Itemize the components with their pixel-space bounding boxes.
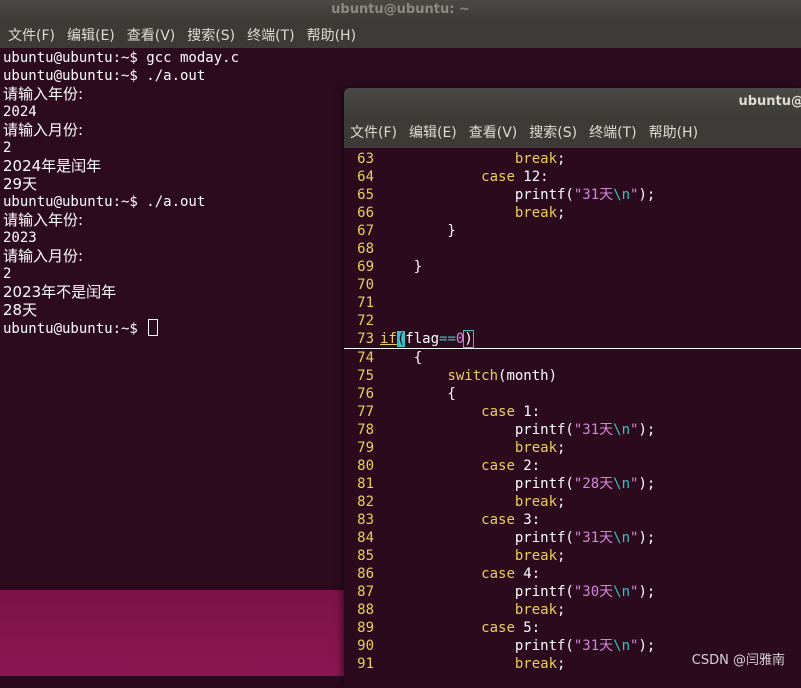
- line-number: 71: [357, 295, 374, 311]
- code-line: 87 printf("30天\n");: [344, 583, 801, 601]
- menu-terminal[interactable]: 终端(T): [589, 116, 636, 150]
- line-number: 75: [357, 368, 374, 384]
- terminal-line: 2023年不是闰年: [3, 283, 117, 301]
- menu-edit[interactable]: 编辑(E): [67, 22, 115, 50]
- terminal-line: ubuntu@ubuntu:~$ ./a.out: [3, 68, 206, 84]
- line-number: 76: [357, 386, 374, 402]
- code-line: 77 case 1:: [344, 403, 801, 421]
- line-number: 85: [357, 548, 374, 564]
- code-line: 76 {: [344, 385, 801, 403]
- menu-terminal[interactable]: 终端(T): [247, 22, 294, 50]
- code-line: 74 {: [344, 349, 801, 367]
- line-number: 80: [357, 458, 374, 474]
- terminal-line: ubuntu@ubuntu:~$ ./a.out: [3, 194, 206, 210]
- line-number: 88: [357, 602, 374, 618]
- line-number: 70: [357, 277, 374, 293]
- terminal-line: 请输入月份:: [3, 121, 84, 139]
- code-line: 72: [344, 312, 801, 330]
- watermark: CSDN @闫雅南: [691, 653, 785, 668]
- terminal-line: 2: [3, 140, 12, 156]
- terminal-line: 29天: [3, 175, 38, 193]
- code-line: 73 if(flag==0): [344, 330, 801, 349]
- code-line: 65 printf("31天\n");: [344, 186, 801, 204]
- front-window-title: ubuntu@: [738, 94, 801, 109]
- line-number: 83: [357, 512, 374, 528]
- menu-help[interactable]: 帮助(H): [307, 22, 356, 50]
- code-line: 88 break;: [344, 601, 801, 619]
- code-line: 83 case 3:: [344, 511, 801, 529]
- line-number: 73: [357, 331, 374, 347]
- code-line: 82 break;: [344, 493, 801, 511]
- terminal-line: 28天: [3, 301, 38, 319]
- terminal-line: 请输入月份:: [3, 247, 84, 265]
- desktop-background: [0, 590, 345, 676]
- line-number: 81: [357, 476, 374, 492]
- terminal-output[interactable]: ubuntu@ubuntu:~$ gcc moday.c ubuntu@ubunt…: [3, 49, 239, 338]
- line-number: 84: [357, 530, 374, 546]
- terminal-line: 请输入年份:: [3, 211, 84, 229]
- line-number: 64: [357, 169, 374, 185]
- line-number: 68: [357, 241, 374, 257]
- front-window-menubar: 文件(F) 编辑(E) 查看(V) 搜索(S) 终端(T) 帮助(H): [344, 116, 801, 148]
- back-window-titlebar[interactable]: ubuntu@ubuntu: ~: [0, 0, 801, 22]
- line-number: 79: [357, 440, 374, 456]
- terminal-line: ubuntu@ubuntu:~$ gcc moday.c: [3, 50, 240, 66]
- menu-help[interactable]: 帮助(H): [649, 116, 698, 150]
- code-line: 64 case 12:: [344, 168, 801, 186]
- menu-file[interactable]: 文件(F): [350, 116, 397, 150]
- line-number: 63: [357, 151, 374, 167]
- terminal-line: 2024年是闰年: [3, 157, 102, 175]
- code-line: 68: [344, 240, 801, 258]
- line-number: 90: [357, 638, 374, 654]
- front-terminal-window[interactable]: ubuntu@ 文件(F) 编辑(E) 查看(V) 搜索(S) 终端(T) 帮助(H) 6…: [344, 88, 801, 688]
- line-number: 72: [357, 313, 374, 329]
- code-line: 66 break;: [344, 204, 801, 222]
- code-line: 86 case 4:: [344, 565, 801, 583]
- code-line: 79 break;: [344, 439, 801, 457]
- code-line: 69 }: [344, 258, 801, 276]
- menu-search[interactable]: 搜索(S): [187, 22, 235, 50]
- terminal-line: 2024: [3, 104, 37, 120]
- code-line: 70: [344, 276, 801, 294]
- code-line: 78 printf("31天\n");: [344, 421, 801, 439]
- menu-edit[interactable]: 编辑(E): [409, 116, 457, 150]
- terminal-line: 2023: [3, 230, 37, 246]
- line-number: 65: [357, 187, 374, 203]
- code-line: 75 switch(month): [344, 367, 801, 385]
- line-number: 67: [357, 223, 374, 239]
- vim-code-editor[interactable]: 63 break; 64 case 12: 65 printf("31天\n"); 6…: [344, 150, 801, 673]
- menu-view[interactable]: 查看(V): [469, 116, 518, 150]
- terminal-cursor: [148, 319, 159, 336]
- code-line: 67 }: [344, 222, 801, 240]
- line-number: 66: [357, 205, 374, 221]
- line-number: 78: [357, 422, 374, 438]
- line-number: 69: [357, 259, 374, 275]
- menu-view[interactable]: 查看(V): [127, 22, 176, 50]
- front-window-titlebar[interactable]: ubuntu@: [344, 88, 801, 116]
- code-line: 71: [344, 294, 801, 312]
- code-line: 63 break;: [344, 150, 801, 168]
- terminal-line: ubuntu@ubuntu:~$: [3, 319, 239, 338]
- line-number: 74: [357, 350, 374, 366]
- menu-file[interactable]: 文件(F): [8, 22, 55, 50]
- back-window-title: ubuntu@ubuntu: ~: [331, 2, 470, 17]
- line-number: 87: [357, 584, 374, 600]
- line-number: 82: [357, 494, 374, 510]
- menu-search[interactable]: 搜索(S): [529, 116, 577, 150]
- code-line: 84 printf("31天\n");: [344, 529, 801, 547]
- terminal-line: 请输入年份:: [3, 85, 84, 103]
- line-number: 77: [357, 404, 374, 420]
- code-line: 80 case 2:: [344, 457, 801, 475]
- code-line: 89 case 5:: [344, 619, 801, 637]
- line-number: 89: [357, 620, 374, 636]
- line-number: 86: [357, 566, 374, 582]
- code-line: 81 printf("28天\n");: [344, 475, 801, 493]
- code-line: 85 break;: [344, 547, 801, 565]
- line-number: 91: [357, 656, 374, 672]
- terminal-line: 2: [3, 266, 12, 282]
- back-window-menubar: 文件(F) 编辑(E) 查看(V) 搜索(S) 终端(T) 帮助(H): [0, 22, 801, 48]
